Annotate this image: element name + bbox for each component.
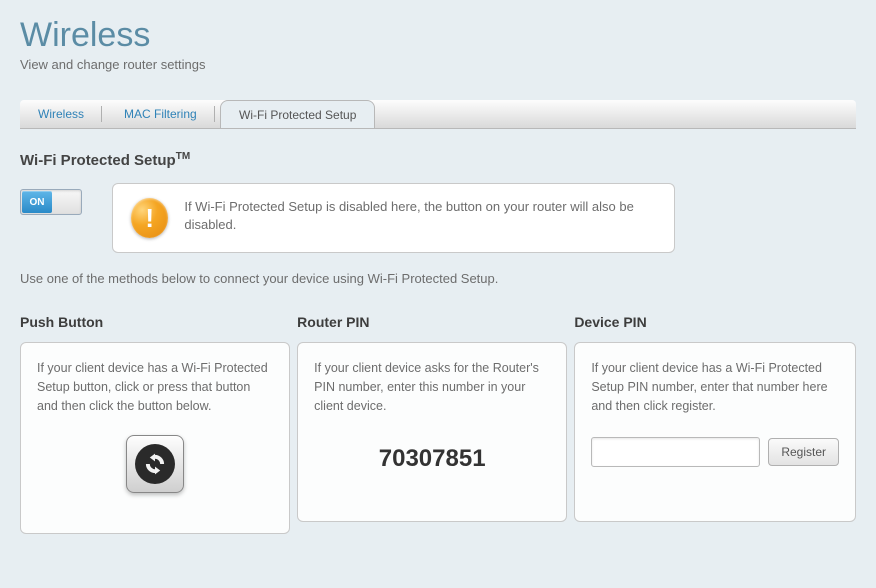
section-title-text: Wi-Fi Protected Setup [20, 152, 176, 169]
push-button-text: If your client device has a Wi-Fi Protec… [37, 359, 273, 415]
device-pin-title: Device PIN [574, 314, 856, 330]
device-pin-column: Device PIN If your client device has a W… [574, 314, 856, 534]
router-pin-text: If your client device asks for the Route… [314, 359, 550, 415]
wps-instruction: Use one of the methods below to connect … [20, 271, 856, 286]
push-button-title: Push Button [20, 314, 290, 330]
wps-warning-card: ! If Wi-Fi Protected Setup is disabled h… [112, 183, 675, 253]
router-pin-card: If your client device asks for the Route… [297, 342, 567, 522]
push-button-column: Push Button If your client device has a … [20, 314, 290, 534]
page-title: Wireless [20, 16, 856, 55]
wps-enable-row: ON ! If Wi-Fi Protected Setup is disable… [20, 183, 856, 253]
warning-icon: ! [131, 198, 168, 238]
wps-push-button[interactable] [126, 435, 184, 493]
device-pin-card: If your client device has a Wi-Fi Protec… [574, 342, 856, 522]
page-subtitle: View and change router settings [20, 57, 856, 72]
wps-toggle[interactable]: ON [20, 189, 82, 215]
router-pin-value: 70307851 [314, 445, 550, 473]
device-pin-text: If your client device has a Wi-Fi Protec… [591, 359, 839, 415]
router-pin-column: Router PIN If your client device asks fo… [297, 314, 567, 534]
section-title: Wi-Fi Protected SetupTM [20, 151, 856, 169]
wps-arrows-icon [135, 444, 175, 484]
register-button[interactable]: Register [768, 438, 839, 466]
router-pin-title: Router PIN [297, 314, 567, 330]
push-button-card: If your client device has a Wi-Fi Protec… [20, 342, 290, 534]
tab-mac-filtering[interactable]: MAC Filtering [106, 100, 215, 128]
tab-bar: Wireless MAC Filtering Wi-Fi Protected S… [20, 100, 856, 129]
device-pin-input[interactable] [591, 437, 760, 467]
tab-wireless[interactable]: Wireless [20, 100, 102, 128]
wps-toggle-on-label: ON [22, 191, 52, 213]
tab-wps[interactable]: Wi-Fi Protected Setup [220, 100, 375, 128]
trademark: TM [176, 151, 190, 162]
wps-warning-text: If Wi-Fi Protected Setup is disabled her… [184, 198, 656, 234]
device-pin-row: Register [591, 437, 839, 467]
wireless-page: Wireless View and change router settings… [0, 0, 876, 588]
method-columns: Push Button If your client device has a … [20, 314, 856, 534]
